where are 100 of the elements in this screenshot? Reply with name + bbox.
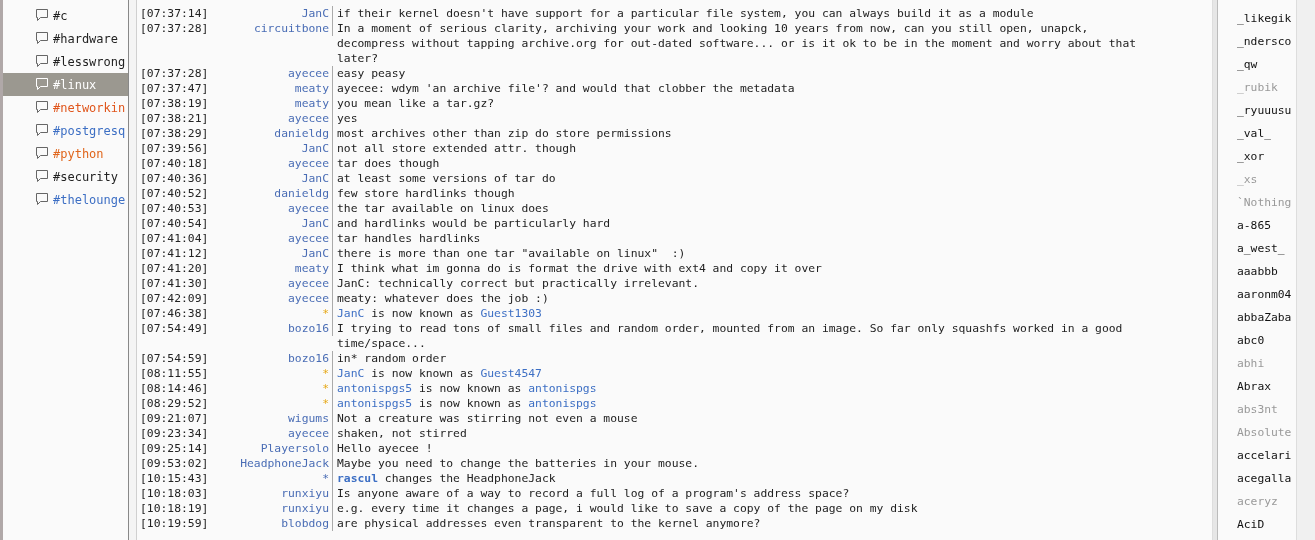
timestamp: [07:41:20] bbox=[139, 261, 210, 276]
nickname[interactable]: circuitbone bbox=[212, 21, 333, 36]
user-list-item[interactable]: abc0 bbox=[1218, 329, 1296, 352]
nickname[interactable]: ayecee bbox=[212, 291, 333, 306]
message-text: shaken, not stirred bbox=[336, 426, 468, 441]
nickname[interactable]: JanC bbox=[212, 216, 333, 231]
message-text: Is anyone aware of a way to record a full log of a program's address space? bbox=[336, 486, 851, 501]
user-list-item[interactable]: abhi bbox=[1218, 352, 1296, 375]
message-text: and hardlinks would be particularly hard bbox=[336, 216, 612, 231]
timestamp: [09:23:34] bbox=[139, 426, 210, 441]
message-text: in* random order bbox=[336, 351, 448, 366]
nickname[interactable]: wigums bbox=[212, 411, 333, 426]
channel-item[interactable]: #postgresq bbox=[3, 119, 128, 142]
channel-item[interactable]: #linux bbox=[3, 73, 128, 96]
user-list-item[interactable]: Abrax bbox=[1218, 375, 1296, 398]
timestamp: [09:25:14] bbox=[139, 441, 210, 456]
nick-change-text: JanC is now known as Guest4547 bbox=[336, 366, 543, 381]
timestamp: [10:15:43] bbox=[139, 471, 210, 486]
chat-bubble-icon bbox=[34, 54, 50, 69]
user-list-item[interactable]: Absolute bbox=[1218, 421, 1296, 444]
timestamp: [07:46:38] bbox=[139, 306, 210, 321]
user-list-item[interactable]: _ndersco bbox=[1218, 30, 1296, 53]
chat-bubble-icon bbox=[34, 146, 50, 161]
nickname[interactable]: bozo16 bbox=[212, 351, 333, 366]
nickname[interactable]: ayecee bbox=[212, 231, 333, 246]
message-text: easy peasy bbox=[336, 66, 407, 81]
nickname[interactable]: JanC bbox=[212, 171, 333, 186]
nickname[interactable]: runxiyu bbox=[212, 501, 333, 516]
nickname[interactable]: JanC bbox=[212, 6, 333, 21]
nickname[interactable]: meaty bbox=[212, 96, 333, 111]
message-text: if their kernel doesn't have support for a particular file system, you can always build it as a module bbox=[336, 6, 1035, 21]
message-text: there is more than one tar "available on linux" :) bbox=[336, 246, 687, 261]
scrollbar[interactable] bbox=[128, 0, 137, 540]
user-list-item[interactable]: aaabbb bbox=[1218, 260, 1296, 283]
channel-item[interactable]: #c bbox=[3, 4, 128, 27]
timestamp: [10:18:19] bbox=[139, 501, 210, 516]
action-star: * bbox=[212, 381, 333, 396]
nickname[interactable]: bozo16 bbox=[212, 321, 333, 336]
message-text: few store hardlinks though bbox=[336, 186, 516, 201]
action-text: rascul changes the HeadphoneJack bbox=[336, 471, 557, 486]
message-text: I trying to read tons of small files and random order, mounted from an image. So far only squashfs worked in a good time/space... bbox=[336, 321, 1124, 351]
nickname[interactable]: meaty bbox=[212, 261, 333, 276]
message-text: I think what im gonna do is format the drive with ext4 and copy it over bbox=[336, 261, 823, 276]
nickname[interactable]: ayecee bbox=[212, 66, 333, 81]
channel-item[interactable]: #lesswrong bbox=[3, 50, 128, 73]
timestamp: [07:41:04] bbox=[139, 231, 210, 246]
user-list-item[interactable]: abs3nt bbox=[1218, 398, 1296, 421]
timestamp: [09:21:07] bbox=[139, 411, 210, 426]
user-list-item[interactable]: _val_ bbox=[1218, 122, 1296, 145]
nickname[interactable]: Playersolo bbox=[212, 441, 333, 456]
timestamp: [07:40:36] bbox=[139, 171, 210, 186]
nickname[interactable]: ayecee bbox=[212, 426, 333, 441]
action-star: * bbox=[212, 396, 333, 411]
nick-change-text: antonispgs5 is now known as antonispgs bbox=[336, 396, 598, 411]
user-list-item[interactable]: _ryuuusu bbox=[1218, 99, 1296, 122]
user-list-item[interactable]: _xor bbox=[1218, 145, 1296, 168]
channel-item[interactable]: #networkin bbox=[3, 96, 128, 119]
message-text: In a moment of serious clarity, archiving your work and looking 10 years from now, can you still open, unapck, decompress without tapping archive.org for out-dated software... or is it ok to be in the moment and worry about that later? bbox=[336, 21, 1138, 66]
nickname[interactable]: danieldg bbox=[212, 186, 333, 201]
timestamp: [07:40:53] bbox=[139, 201, 210, 216]
user-list-item[interactable]: _xs bbox=[1218, 168, 1296, 191]
message-text: you mean like a tar.gz? bbox=[336, 96, 496, 111]
nickname[interactable]: ayecee bbox=[212, 156, 333, 171]
user-list-item[interactable]: _likegik bbox=[1218, 7, 1296, 30]
nickname[interactable]: JanC bbox=[212, 141, 333, 156]
user-list-item[interactable]: a_west_ bbox=[1218, 237, 1296, 260]
user-list-item[interactable]: aaronm04 bbox=[1218, 283, 1296, 306]
message-text: not all store extended attr. though bbox=[336, 141, 578, 156]
chat-bubble-icon bbox=[34, 169, 50, 184]
channel-item[interactable]: #thelounge bbox=[3, 188, 128, 211]
nick-change-text: antonispgs5 is now known as antonispgs bbox=[336, 381, 598, 396]
user-list-item[interactable]: abbaZaba bbox=[1218, 306, 1296, 329]
user-list-item[interactable]: aceryz bbox=[1218, 490, 1296, 513]
message-text: yes bbox=[336, 111, 359, 126]
user-list-item[interactable]: _rubik bbox=[1218, 76, 1296, 99]
nickname[interactable]: JanC bbox=[212, 246, 333, 261]
timestamp: [07:38:29] bbox=[139, 126, 210, 141]
chat-bubble-icon bbox=[34, 100, 50, 115]
user-list-item[interactable]: accelari bbox=[1218, 444, 1296, 467]
channel-item[interactable]: #python bbox=[3, 142, 128, 165]
user-list-item[interactable]: AciD bbox=[1218, 513, 1296, 536]
message-text: most archives other than zip do store permissions bbox=[336, 126, 673, 141]
nickname[interactable]: ayecee bbox=[212, 201, 333, 216]
channel-item[interactable]: #hardware bbox=[3, 27, 128, 50]
nickname[interactable]: ayecee bbox=[212, 276, 333, 291]
message-text: at least some versions of tar do bbox=[336, 171, 557, 186]
channel-item[interactable]: #security bbox=[3, 165, 128, 188]
timestamp: [10:18:03] bbox=[139, 486, 210, 501]
timestamp: [07:54:49] bbox=[139, 321, 210, 336]
nickname[interactable]: blobdog bbox=[212, 516, 333, 531]
nickname[interactable]: HeadphoneJack bbox=[212, 456, 333, 471]
user-list-item[interactable]: a-865 bbox=[1218, 214, 1296, 237]
user-list-item[interactable]: `Nothing bbox=[1218, 191, 1296, 214]
user-list-item[interactable]: acegalla bbox=[1218, 467, 1296, 490]
nickname[interactable]: danieldg bbox=[212, 126, 333, 141]
nickname[interactable]: runxiyu bbox=[212, 486, 333, 501]
user-list-item[interactable]: _qw bbox=[1218, 53, 1296, 76]
timestamp: [07:37:47] bbox=[139, 81, 210, 96]
nickname[interactable]: ayecee bbox=[212, 111, 333, 126]
nickname[interactable]: meaty bbox=[212, 81, 333, 96]
